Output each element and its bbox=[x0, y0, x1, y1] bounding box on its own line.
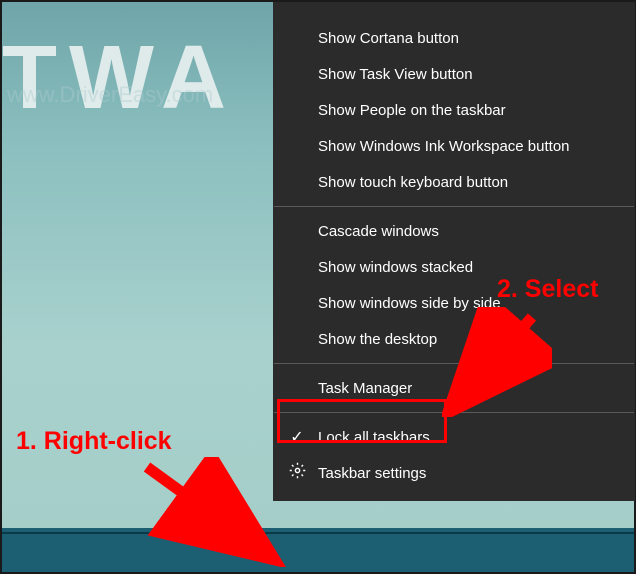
menu-label: Taskbar settings bbox=[318, 465, 426, 482]
menu-label: Show Task View button bbox=[318, 66, 473, 83]
menu-item-taskbar-settings[interactable]: Taskbar settings bbox=[273, 455, 635, 491]
menu-label: Cascade windows bbox=[318, 223, 439, 240]
wallpaper-logo: TWA bbox=[2, 27, 238, 130]
annotation-step1: 1. Right-click bbox=[16, 427, 172, 456]
menu-label: Show the desktop bbox=[318, 331, 437, 348]
menu-separator bbox=[274, 206, 634, 207]
menu-item-cortana[interactable]: Show Cortana button bbox=[273, 20, 635, 56]
menu-item-taskview[interactable]: Show Task View button bbox=[273, 56, 635, 92]
checkmark-icon: ✓ bbox=[287, 427, 307, 447]
menu-label: Show Cortana button bbox=[318, 30, 459, 47]
menu-label: Show windows side by side bbox=[318, 295, 501, 312]
wallpaper-watermark: www.DriverEasy.com bbox=[7, 82, 213, 108]
menu-item-people[interactable]: Show People on the taskbar bbox=[273, 92, 635, 128]
menu-separator bbox=[274, 412, 634, 413]
menu-label: Task Manager bbox=[318, 380, 412, 397]
menu-separator bbox=[274, 363, 634, 364]
taskbar[interactable] bbox=[2, 532, 634, 572]
menu-item-lock-taskbars[interactable]: ✓ Lock all taskbars bbox=[273, 419, 635, 455]
menu-label: Show touch keyboard button bbox=[318, 174, 508, 191]
menu-item-ink[interactable]: Show Windows Ink Workspace button bbox=[273, 128, 635, 164]
menu-item-touch-keyboard[interactable]: Show touch keyboard button bbox=[273, 164, 635, 200]
menu-item-show-desktop[interactable]: Show the desktop bbox=[273, 321, 635, 357]
gear-icon bbox=[287, 462, 307, 484]
menu-label: Show People on the taskbar bbox=[318, 102, 506, 119]
menu-label: Show windows stacked bbox=[318, 259, 473, 276]
menu-label: Show Windows Ink Workspace button bbox=[318, 138, 570, 155]
menu-label: Lock all taskbars bbox=[318, 429, 430, 446]
annotation-step2: 2. Select bbox=[497, 275, 598, 304]
menu-item-cascade[interactable]: Cascade windows bbox=[273, 213, 635, 249]
menu-item-task-manager[interactable]: Task Manager bbox=[273, 370, 635, 406]
taskbar-context-menu: Show Cortana button Show Task View butto… bbox=[273, 2, 635, 501]
